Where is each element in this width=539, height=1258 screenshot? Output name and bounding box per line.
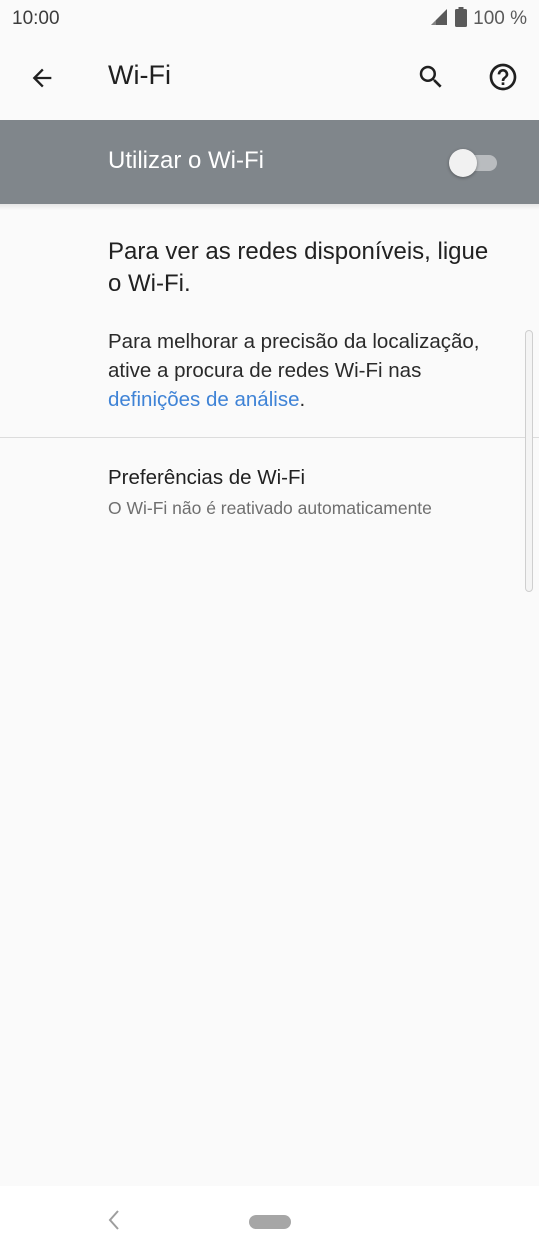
wifi-off-message: Para ver as redes disponíveis, ligue o W… (108, 238, 489, 297)
scanning-settings-link[interactable]: definições de análise (108, 388, 299, 411)
back-button[interactable] (20, 58, 64, 102)
nav-back-button[interactable] (100, 1208, 128, 1236)
battery-icon (455, 6, 468, 32)
signal-icon (429, 8, 449, 31)
nav-home-pill-icon[interactable] (249, 1215, 291, 1229)
wifi-preferences-title: Preferências de Wi-Fi (108, 466, 306, 489)
status-bar: 10:00 100 % (0, 0, 539, 38)
divider (0, 437, 539, 438)
app-bar: Wi-Fi (0, 38, 539, 120)
status-time: 10:00 (12, 8, 60, 29)
search-button[interactable] (408, 56, 454, 102)
scrollbar[interactable] (525, 330, 533, 592)
master-bar-shadow (0, 204, 539, 210)
system-navigation-bar (0, 1186, 539, 1258)
scanning-note-text: Para melhorar a precisão da localização,… (108, 330, 480, 382)
help-button[interactable] (480, 56, 526, 102)
wifi-master-switch-bar[interactable]: Utilizar o Wi-Fi (0, 120, 539, 204)
nav-back-icon (106, 1208, 122, 1237)
battery-percentage: 100 % (473, 8, 527, 29)
wifi-preferences-item[interactable]: Preferências de Wi-Fi O Wi-Fi não é reat… (0, 452, 520, 532)
status-indicators: 100 % (429, 6, 527, 32)
wifi-master-switch-label: Utilizar o Wi-Fi (108, 147, 264, 174)
page-title: Wi-Fi (108, 60, 171, 90)
search-icon (416, 62, 446, 97)
wifi-toggle-switch[interactable] (449, 149, 499, 177)
wifi-settings-screen: 10:00 100 % Wi-Fi Utilizar o Wi-Fi Para … (0, 0, 539, 1258)
scanning-footer-note: Para melhorar a precisão da localização,… (108, 327, 518, 414)
switch-thumb (449, 149, 477, 177)
scanning-note-period: . (299, 388, 306, 411)
arrow-back-icon (28, 64, 56, 97)
help-icon (487, 61, 519, 98)
wifi-preferences-summary: O Wi-Fi não é reativado automaticamente (108, 498, 432, 518)
